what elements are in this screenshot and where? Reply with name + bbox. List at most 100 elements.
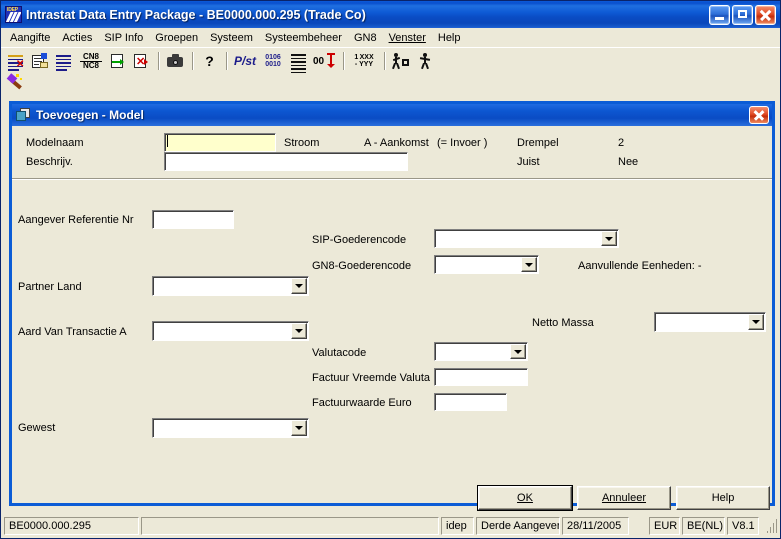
help-button-label: Help bbox=[711, 492, 735, 504]
status-locale: BE(NL) bbox=[682, 517, 725, 535]
window-title: Intrastat Data Entry Package - BE0000.00… bbox=[26, 7, 366, 22]
toolbar-separator-2 bbox=[192, 52, 194, 70]
menu-item-systeem[interactable]: Systeem bbox=[204, 30, 259, 46]
netto-massa-combo[interactable] bbox=[654, 312, 766, 332]
stroom-value: A - Aankomst bbox=[364, 137, 429, 149]
new-declaration-icon[interactable]: ✕ bbox=[5, 51, 28, 72]
menu-item-aangifte[interactable]: Aangifte bbox=[4, 30, 56, 46]
gn8-goederencode-combo[interactable] bbox=[434, 255, 539, 274]
date-format-top-label: 1 XXX bbox=[354, 54, 374, 61]
help-button[interactable]: Help bbox=[676, 486, 770, 510]
help-question-glyph: ? bbox=[205, 53, 214, 69]
maximize-button[interactable] bbox=[732, 4, 753, 25]
beschrijv-input[interactable] bbox=[164, 152, 408, 171]
menu-item-sip-info[interactable]: SIP Info bbox=[98, 30, 149, 46]
toolbar-separator-1 bbox=[158, 52, 160, 70]
status-company-id: BE0000.000.295 bbox=[4, 517, 139, 535]
cn8-nc8-icon[interactable]: CN8 NC8 bbox=[77, 51, 105, 72]
cn8-label: CN8 bbox=[82, 52, 99, 61]
valutacode-combo[interactable] bbox=[434, 342, 528, 361]
idep-icon: IDEP bbox=[5, 6, 22, 23]
wizard-wand-icon[interactable] bbox=[5, 72, 28, 93]
help-question-icon[interactable]: ? bbox=[198, 51, 221, 72]
factuur-vreemde-valuta-input[interactable] bbox=[434, 368, 528, 386]
resize-grip-icon[interactable] bbox=[763, 519, 777, 533]
close-button[interactable] bbox=[755, 4, 776, 25]
toolbar-separator-3 bbox=[226, 52, 228, 70]
aangever-referentie-input[interactable] bbox=[152, 210, 234, 229]
gn8-goederencode-value bbox=[435, 256, 521, 273]
person-icon[interactable] bbox=[414, 51, 437, 72]
sip-goederencode-label: SIP-Goederencode bbox=[312, 234, 407, 246]
chevron-down-icon[interactable] bbox=[521, 257, 537, 272]
aard-van-transactie-combo[interactable] bbox=[152, 321, 309, 341]
gn8-goederencode-label: GN8-Goederencode bbox=[312, 260, 412, 272]
valutacode-label: Valutacode bbox=[312, 347, 367, 359]
status-date: 28/11/2005 bbox=[562, 517, 629, 535]
menu-item-venster[interactable]: Venster bbox=[383, 30, 432, 46]
numeric-updown-label: 00 bbox=[313, 56, 325, 67]
person-box-icon[interactable] bbox=[390, 51, 413, 72]
toolbar-row-1: ✕ CN8 NC8 ✕ ? P/st 0106 0010 00 1 XXX - … bbox=[5, 50, 780, 73]
date-format-icon[interactable]: 1 XXX - YYY bbox=[349, 51, 379, 72]
dialog-body: Modelnaam Stroom A - Aankomst (= Invoer … bbox=[12, 126, 772, 511]
status-version: V8.1 bbox=[727, 517, 759, 535]
chevron-down-icon[interactable] bbox=[291, 323, 307, 339]
nc8-label: NC8 bbox=[82, 61, 99, 70]
modelnaam-input[interactable] bbox=[164, 133, 276, 152]
juist-label: Juist bbox=[517, 156, 540, 168]
factuurwaarde-euro-label: Factuurwaarde Euro bbox=[312, 397, 412, 409]
list-icon[interactable] bbox=[53, 51, 76, 72]
status-currency: EUR bbox=[649, 517, 680, 535]
partner-land-combo[interactable] bbox=[152, 276, 309, 296]
pst-label: P/st bbox=[233, 54, 256, 68]
dialog-close-button[interactable] bbox=[749, 106, 769, 124]
main-titlebar: IDEP Intrastat Data Entry Package - BE00… bbox=[1, 1, 780, 28]
drempel-label: Drempel bbox=[517, 137, 559, 149]
chevron-down-icon[interactable] bbox=[291, 278, 307, 294]
lines-icon[interactable] bbox=[288, 51, 311, 73]
stroom-note: (= Invoer ) bbox=[437, 137, 488, 149]
cancel-button-label: Annuleer bbox=[601, 492, 647, 504]
menu-item-gn8[interactable]: GN8 bbox=[348, 30, 383, 46]
pst-icon[interactable]: P/st bbox=[232, 51, 258, 72]
chevron-down-icon[interactable] bbox=[748, 314, 764, 330]
toolbar-separator-4 bbox=[343, 52, 345, 70]
import-document-icon[interactable] bbox=[106, 51, 129, 72]
binary-top-label: 0106 bbox=[265, 54, 281, 61]
gewest-label: Gewest bbox=[18, 422, 56, 434]
idep-icon-label: IDEP bbox=[7, 7, 18, 13]
netto-massa-value bbox=[655, 313, 748, 331]
drempel-value: 2 bbox=[618, 137, 625, 149]
dialog-header-area: Modelnaam Stroom A - Aankomst (= Invoer … bbox=[12, 126, 772, 179]
chevron-down-icon[interactable] bbox=[601, 231, 617, 246]
cancel-button[interactable]: Annuleer bbox=[577, 486, 671, 510]
numeric-updown-icon[interactable]: 00 bbox=[312, 51, 338, 72]
partner-land-value bbox=[153, 277, 291, 295]
factuur-vreemde-valuta-label: Factuur Vreemde Valuta bbox=[312, 372, 431, 384]
toolbar-row-2 bbox=[5, 72, 780, 92]
ok-button[interactable]: OK bbox=[477, 485, 573, 511]
gewest-combo[interactable] bbox=[152, 418, 309, 438]
sip-goederencode-value bbox=[435, 230, 601, 247]
aard-van-transactie-value bbox=[153, 322, 291, 340]
menu-item-help[interactable]: Help bbox=[432, 30, 467, 46]
camera-icon[interactable] bbox=[164, 51, 187, 72]
dialog-title: Toevoegen - Model bbox=[36, 108, 144, 122]
menu-item-systeembeheer[interactable]: Systeembeheer bbox=[259, 30, 348, 46]
factuurwaarde-euro-input[interactable] bbox=[434, 393, 507, 411]
date-format-bottom-label: - YYY bbox=[354, 61, 374, 68]
menu-item-venster-label: Venster bbox=[388, 31, 426, 44]
binary-data-icon[interactable]: 0106 0010 bbox=[259, 51, 287, 72]
menu-item-groepen[interactable]: Groepen bbox=[149, 30, 204, 46]
chevron-down-icon[interactable] bbox=[291, 420, 307, 436]
menubar: Aangifte Acties SIP Info Groepen Systeem… bbox=[1, 28, 780, 47]
sip-goederencode-combo[interactable] bbox=[434, 229, 619, 248]
edit-declaration-icon[interactable] bbox=[29, 51, 52, 72]
chevron-down-icon[interactable] bbox=[510, 344, 526, 359]
delete-document-icon[interactable]: ✕ bbox=[130, 51, 153, 72]
menu-item-acties[interactable]: Acties bbox=[56, 30, 98, 46]
gewest-value bbox=[153, 419, 291, 437]
minimize-button[interactable] bbox=[709, 4, 730, 25]
binary-bottom-label: 0010 bbox=[265, 61, 281, 68]
